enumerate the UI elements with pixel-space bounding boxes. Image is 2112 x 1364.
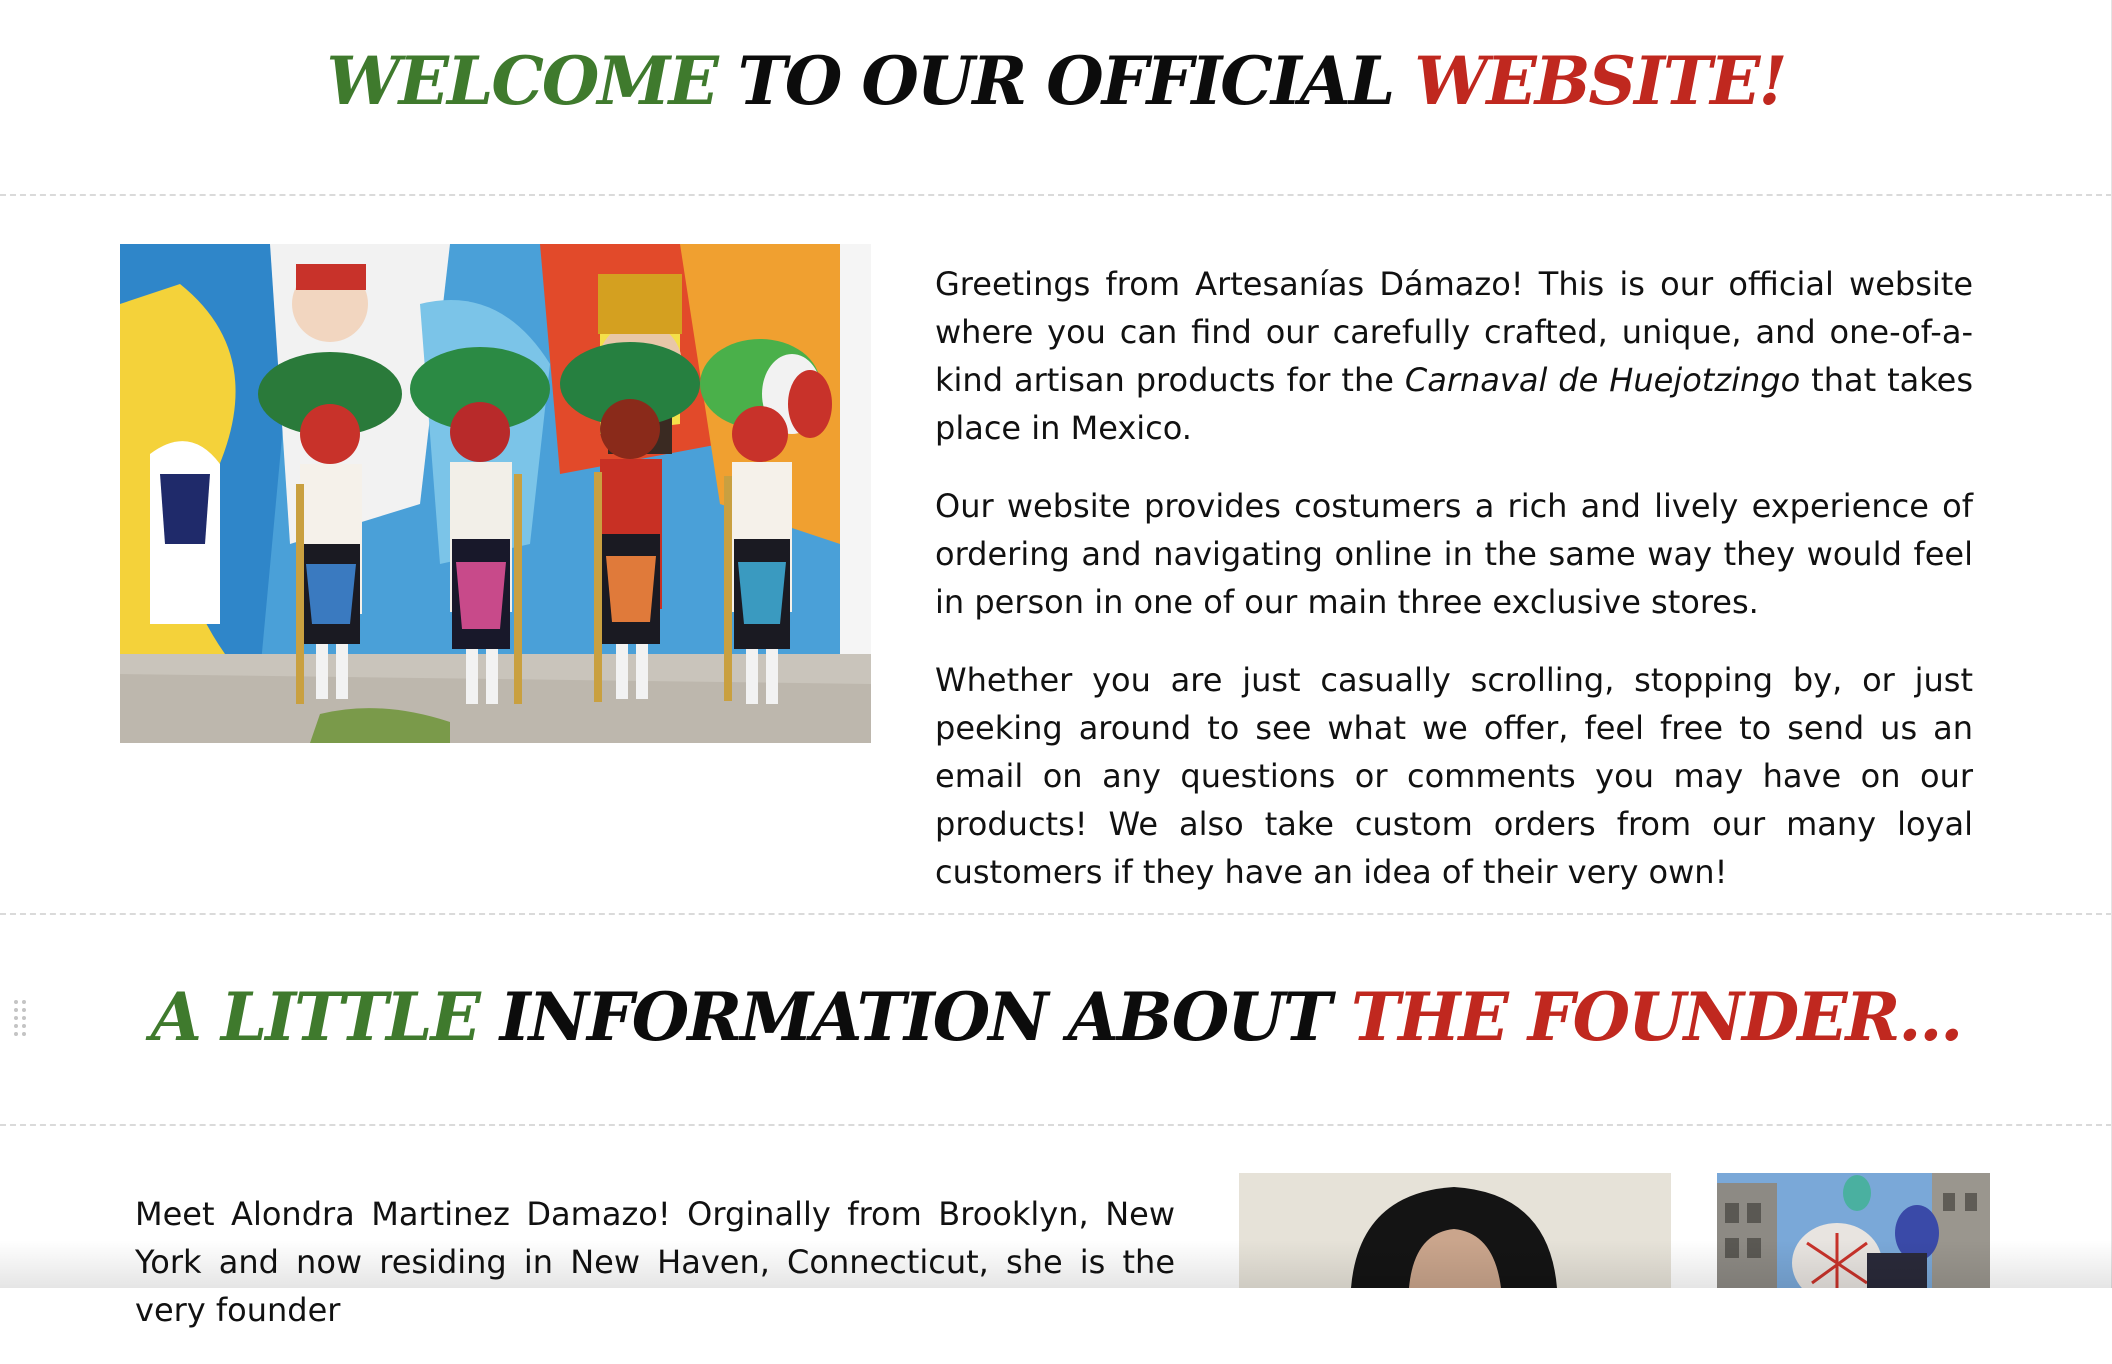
welcome-heading-black: TO OUR OFFICIAL — [737, 42, 1396, 120]
carnival-dancers-photo — [120, 244, 871, 743]
section-divider — [0, 913, 2112, 915]
section-divider — [0, 194, 2112, 196]
founder-text: Meet Alondra Martinez Damazo! Orginally … — [135, 1190, 1175, 1364]
carnaval-name: Carnaval de Huejotzingo — [1404, 361, 1801, 399]
founder-heading-green: A LITTLE — [150, 978, 481, 1056]
parade-photo — [1717, 1173, 1990, 1288]
intro-paragraph-1: Greetings from Artesanías Dámazo! This i… — [935, 260, 1973, 452]
welcome-heading-green: WELCOME — [326, 42, 719, 120]
founder-heading-red: THE FOUNDER... — [1350, 978, 1963, 1056]
founder-paragraph: Meet Alondra Martinez Damazo! Orginally … — [135, 1195, 1175, 1329]
founder-portrait-photo — [1239, 1173, 1671, 1288]
intro-text: Greetings from Artesanías Dámazo! This i… — [935, 260, 1973, 926]
founder-heading: A LITTLE INFORMATION ABOUT THE FOUNDER..… — [0, 984, 2112, 1050]
welcome-heading: WELCOME TO OUR OFFICIAL WEBSITE! — [0, 48, 2112, 114]
intro-paragraph-3: Whether you are just casually scrolling,… — [935, 661, 1973, 891]
section-divider — [0, 1124, 2112, 1126]
founder-heading-black: INFORMATION ABOUT — [499, 978, 1332, 1056]
welcome-heading-red: WEBSITE! — [1414, 42, 1787, 120]
intro-paragraph-2: Our website provides costumers a rich an… — [935, 487, 1973, 621]
